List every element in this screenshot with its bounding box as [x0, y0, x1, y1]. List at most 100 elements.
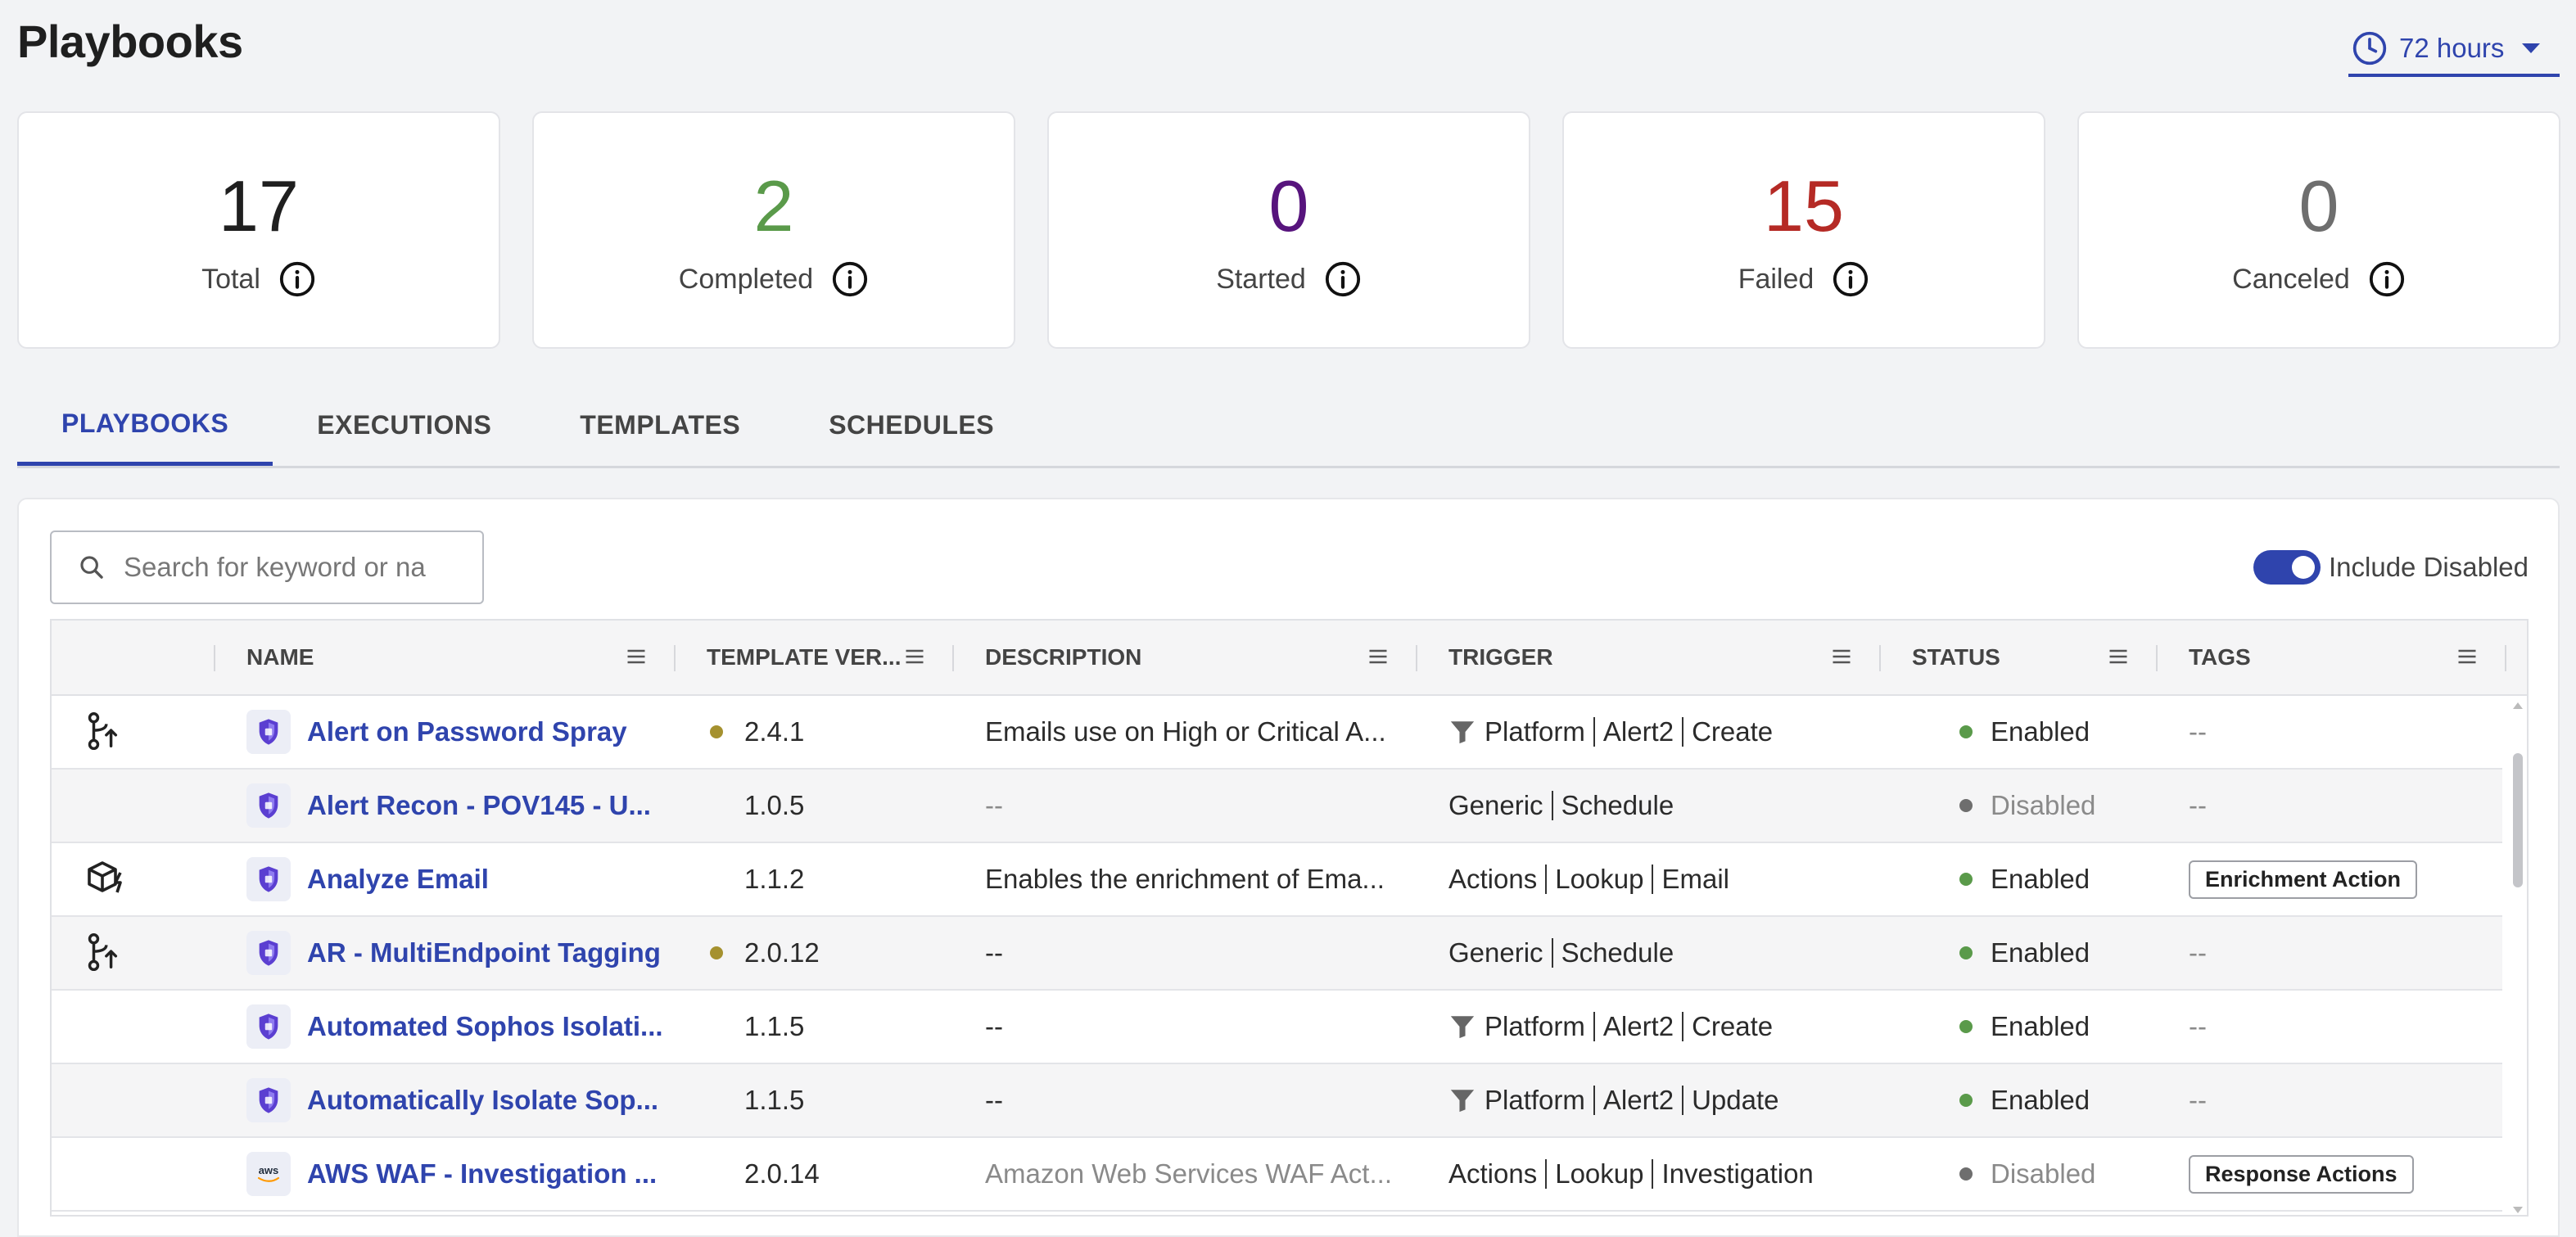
- tag-chip[interactable]: Response Actions: [2189, 1154, 2414, 1194]
- column-menu-icon[interactable]: [1830, 645, 1853, 668]
- trigger: Actions Lookup Investigation: [1448, 1138, 1814, 1210]
- column-header-trigger[interactable]: TRIGGER: [1448, 621, 1553, 694]
- trigger-part: Platform: [1485, 716, 1585, 747]
- stat-card-total: 17 Total: [17, 111, 500, 349]
- status-dot: [1959, 946, 1973, 959]
- include-disabled-control: Include Disabled: [2253, 550, 2529, 585]
- table-row[interactable]: Automatically Isolate Sop... 1.1.5 -- Platf…: [52, 1064, 2502, 1138]
- playbook-name-link[interactable]: Analyze Email: [307, 864, 489, 895]
- column-header-status[interactable]: STATUS: [1912, 621, 2000, 694]
- filter-icon: [1448, 1086, 1485, 1114]
- column-header-tags[interactable]: TAGS: [2189, 621, 2251, 694]
- stat-value: 17: [219, 165, 299, 246]
- shield-icon: [246, 857, 291, 901]
- version-update-dot: [710, 725, 723, 738]
- trigger: Platform Alert2 Create: [1448, 991, 1773, 1063]
- filter-icon: [1448, 1013, 1485, 1041]
- table-row[interactable]: Automated Sophos Isolati... 1.1.5 -- Platfo…: [52, 991, 2502, 1064]
- trigger-part: Alert2: [1602, 1011, 1674, 1041]
- status-badge: Enabled: [1991, 716, 2090, 747]
- column-menu-icon[interactable]: [2456, 645, 2479, 668]
- stat-label: Canceled: [2232, 263, 2350, 295]
- tags-empty: --: [2189, 790, 2207, 820]
- table-row[interactable]: AR - MultiEndpoint Tagging 2.0.12 -- Generi…: [52, 917, 2502, 991]
- playbook-name-link[interactable]: Alert on Password Spray: [307, 716, 627, 747]
- search-box[interactable]: [50, 530, 484, 604]
- status-badge: Enabled: [1991, 937, 2090, 968]
- template-version: 1.1.5: [744, 1085, 805, 1115]
- status-badge: Disabled: [1991, 790, 2096, 820]
- info-icon[interactable]: [278, 260, 316, 298]
- trigger: Actions Lookup Email: [1448, 843, 1729, 915]
- description: --: [985, 1011, 1003, 1041]
- info-icon[interactable]: [1324, 260, 1362, 298]
- tab-schedules[interactable]: SCHEDULES: [784, 385, 1038, 466]
- description: --: [985, 937, 1003, 968]
- search-input[interactable]: [122, 551, 469, 584]
- table-row[interactable]: aws AWS WAF - Investigation ... 2.0.14 Amaz…: [52, 1138, 2502, 1212]
- trigger-part: Platform: [1485, 1085, 1585, 1115]
- column-header-name[interactable]: NAME: [246, 621, 314, 694]
- info-icon[interactable]: [2368, 260, 2406, 298]
- trigger-part: Schedule: [1561, 937, 1674, 968]
- table-scrollbar[interactable]: [2507, 696, 2527, 1215]
- trigger-part: Lookup: [1555, 864, 1644, 894]
- trigger-part: Create: [1692, 716, 1774, 747]
- description: --: [985, 1085, 1003, 1115]
- description: Enables the enrichment of Ema...: [985, 864, 1385, 894]
- aws-logo-icon: aws: [246, 1152, 291, 1196]
- stat-card-failed: 15 Failed: [1562, 111, 2045, 349]
- column-menu-icon[interactable]: [2107, 645, 2130, 668]
- table-row[interactable]: Alert on Password Spray 2.4.1 Emails use o…: [52, 696, 2502, 770]
- column-menu-icon[interactable]: [903, 645, 926, 668]
- trigger: Generic Schedule: [1448, 917, 1674, 989]
- branch-arrow-icon: [84, 696, 122, 768]
- trigger-part: Actions: [1448, 1158, 1538, 1189]
- playbook-name-link[interactable]: Automated Sophos Isolati...: [307, 1011, 663, 1042]
- page-title: Playbooks: [17, 16, 243, 67]
- stat-label: Started: [1216, 263, 1306, 295]
- table-row[interactable]: Analyze Email 1.1.2 Enables the enrichment…: [52, 843, 2502, 917]
- column-header-description[interactable]: DESCRIPTION: [985, 621, 1141, 694]
- tag-chip[interactable]: Enrichment Action: [2189, 860, 2418, 899]
- clock-icon: [2352, 31, 2387, 65]
- table-row[interactable]: Alert Recon - POV145 - U... 1.0.5 -- Generi…: [52, 770, 2502, 843]
- column-menu-icon[interactable]: [625, 645, 648, 668]
- tab-playbooks[interactable]: PLAYBOOKS: [17, 385, 273, 466]
- playbook-name-link[interactable]: AR - MultiEndpoint Tagging: [307, 937, 661, 968]
- trigger-part: Actions: [1448, 864, 1538, 894]
- svg-text:aws: aws: [259, 1164, 279, 1176]
- include-disabled-toggle[interactable]: [2253, 550, 2321, 585]
- tab-bar: PLAYBOOKS EXECUTIONS TEMPLATES SCHEDULES: [17, 385, 2560, 468]
- playbook-name-link[interactable]: Automatically Isolate Sop...: [307, 1085, 658, 1116]
- chevron-down-icon: [2522, 43, 2541, 53]
- time-range-label: 72 hours: [2399, 33, 2505, 63]
- status-badge: Enabled: [1991, 1011, 2090, 1041]
- status-dot: [1959, 873, 1973, 886]
- trigger-part: Schedule: [1561, 790, 1674, 820]
- description: Amazon Web Services WAF Act...: [985, 1158, 1392, 1189]
- stat-value: 0: [2298, 165, 2339, 246]
- description: --: [985, 790, 1003, 820]
- tab-templates[interactable]: TEMPLATES: [536, 385, 784, 466]
- tags-empty: --: [2189, 1085, 2207, 1115]
- column-menu-icon[interactable]: [1367, 645, 1390, 668]
- tab-executions[interactable]: EXECUTIONS: [273, 385, 536, 466]
- info-icon[interactable]: [1832, 260, 1869, 298]
- stat-card-canceled: 0 Canceled: [2077, 111, 2560, 349]
- template-version: 2.4.1: [744, 716, 805, 747]
- trigger-part: Update: [1692, 1085, 1779, 1115]
- trigger-part: Alert2: [1602, 1085, 1674, 1115]
- trigger: Platform Alert2 Create: [1448, 696, 1773, 768]
- playbook-name-link[interactable]: AWS WAF - Investigation ...: [307, 1158, 657, 1190]
- stat-value: 0: [1268, 165, 1309, 246]
- trigger-part: Generic: [1448, 790, 1543, 820]
- status-dot: [1959, 725, 1973, 738]
- branch-arrow-icon: [84, 917, 122, 989]
- playbook-name-link[interactable]: Alert Recon - POV145 - U...: [307, 790, 651, 821]
- stats-row: 17 Total 2 Completed 0 Started 15 Failed…: [17, 111, 2560, 349]
- column-header-template-version[interactable]: TEMPLATE VER...: [707, 621, 902, 694]
- scrollbar-thumb[interactable]: [2513, 753, 2523, 887]
- time-range-picker[interactable]: 72 hours: [2348, 23, 2560, 77]
- info-icon[interactable]: [831, 260, 869, 298]
